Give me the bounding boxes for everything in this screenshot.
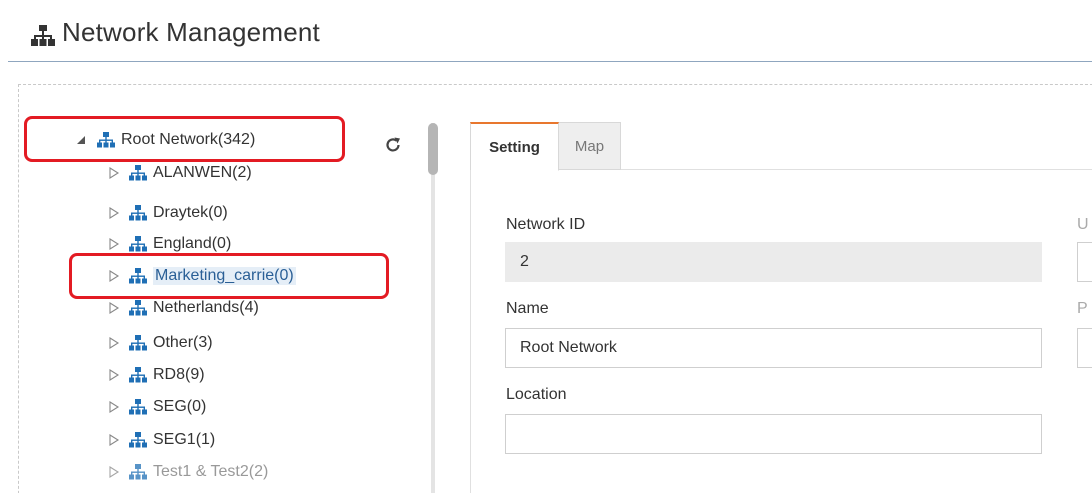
collapse-arrow-icon[interactable]	[108, 167, 120, 179]
tree-item-label: SEG1(1)	[153, 431, 216, 448]
tree-item-seg[interactable]: SEG(0)	[108, 393, 206, 421]
tree-item-label: ALANWEN(2)	[153, 164, 252, 181]
truncated-field-label: U	[1077, 216, 1089, 233]
tree-item-alanwen[interactable]: ALANWEN(2)	[108, 159, 252, 187]
page-header: Network Management	[0, 0, 1092, 62]
truncated-field-label: P	[1077, 300, 1088, 317]
tree-item-label: Netherlands(4)	[153, 299, 259, 316]
tree-item-label: Other(3)	[153, 334, 213, 351]
header-divider	[8, 61, 1092, 62]
tree-item-label: England(0)	[153, 235, 232, 252]
scrollbar-track	[431, 123, 435, 493]
detail-panel: Setting Map Network ID 2 Name Root Netwo…	[470, 122, 1092, 493]
highlight-root-network	[24, 116, 345, 162]
network-icon	[129, 367, 147, 383]
network-icon	[129, 464, 147, 480]
collapse-arrow-icon[interactable]	[108, 434, 120, 446]
scrollbar-thumb[interactable]	[428, 123, 438, 175]
tree-item-label: Draytek(0)	[153, 204, 228, 221]
tab-setting[interactable]: Setting	[470, 122, 559, 171]
network-icon	[129, 300, 147, 316]
tree-item-rd8[interactable]: RD8(9)	[108, 361, 205, 389]
collapse-arrow-icon[interactable]	[108, 238, 120, 250]
tree-item-draytek[interactable]: Draytek(0)	[108, 199, 228, 227]
tree-scrollbar[interactable]	[428, 123, 438, 493]
tree-item-label: RD8(9)	[153, 366, 205, 383]
network-id-field: 2	[505, 242, 1042, 282]
location-field[interactable]	[505, 414, 1042, 454]
location-label: Location	[506, 386, 567, 403]
setting-form: Network ID 2 Name Root Network Location …	[470, 170, 1092, 493]
network-id-label: Network ID	[506, 216, 586, 233]
collapse-arrow-icon[interactable]	[108, 401, 120, 413]
network-icon	[129, 335, 147, 351]
collapse-arrow-icon[interactable]	[108, 337, 120, 349]
network-icon	[129, 205, 147, 221]
network-icon	[129, 165, 147, 181]
truncated-field[interactable]	[1077, 242, 1092, 282]
network-tree: Root Network(342) ALANWEN(2) Draytek(0) …	[24, 110, 424, 493]
tree-item-label: SEG(0)	[153, 398, 207, 415]
network-icon	[129, 236, 147, 252]
refresh-icon[interactable]	[384, 136, 402, 154]
tree-item-seg1[interactable]: SEG1(1)	[108, 426, 215, 454]
network-icon	[31, 25, 55, 46]
collapse-arrow-icon[interactable]	[108, 207, 120, 219]
tab-bar: Setting Map	[470, 122, 1092, 171]
collapse-arrow-icon[interactable]	[108, 466, 120, 478]
page-title: Network Management	[62, 17, 320, 47]
name-field[interactable]: Root Network	[505, 328, 1042, 368]
network-icon	[129, 432, 147, 448]
collapse-arrow-icon[interactable]	[108, 369, 120, 381]
truncated-field[interactable]	[1077, 328, 1092, 368]
highlight-marketing-carrie	[69, 253, 389, 299]
tab-map[interactable]: Map	[559, 122, 621, 170]
tree-item-test1-test2[interactable]: Test1 & Test2(2)	[108, 458, 268, 486]
tree-item-other[interactable]: Other(3)	[108, 329, 213, 357]
network-icon	[129, 399, 147, 415]
tree-item-label: Test1 & Test2(2)	[153, 463, 269, 480]
name-label: Name	[506, 300, 549, 317]
collapse-arrow-icon[interactable]	[108, 302, 120, 314]
